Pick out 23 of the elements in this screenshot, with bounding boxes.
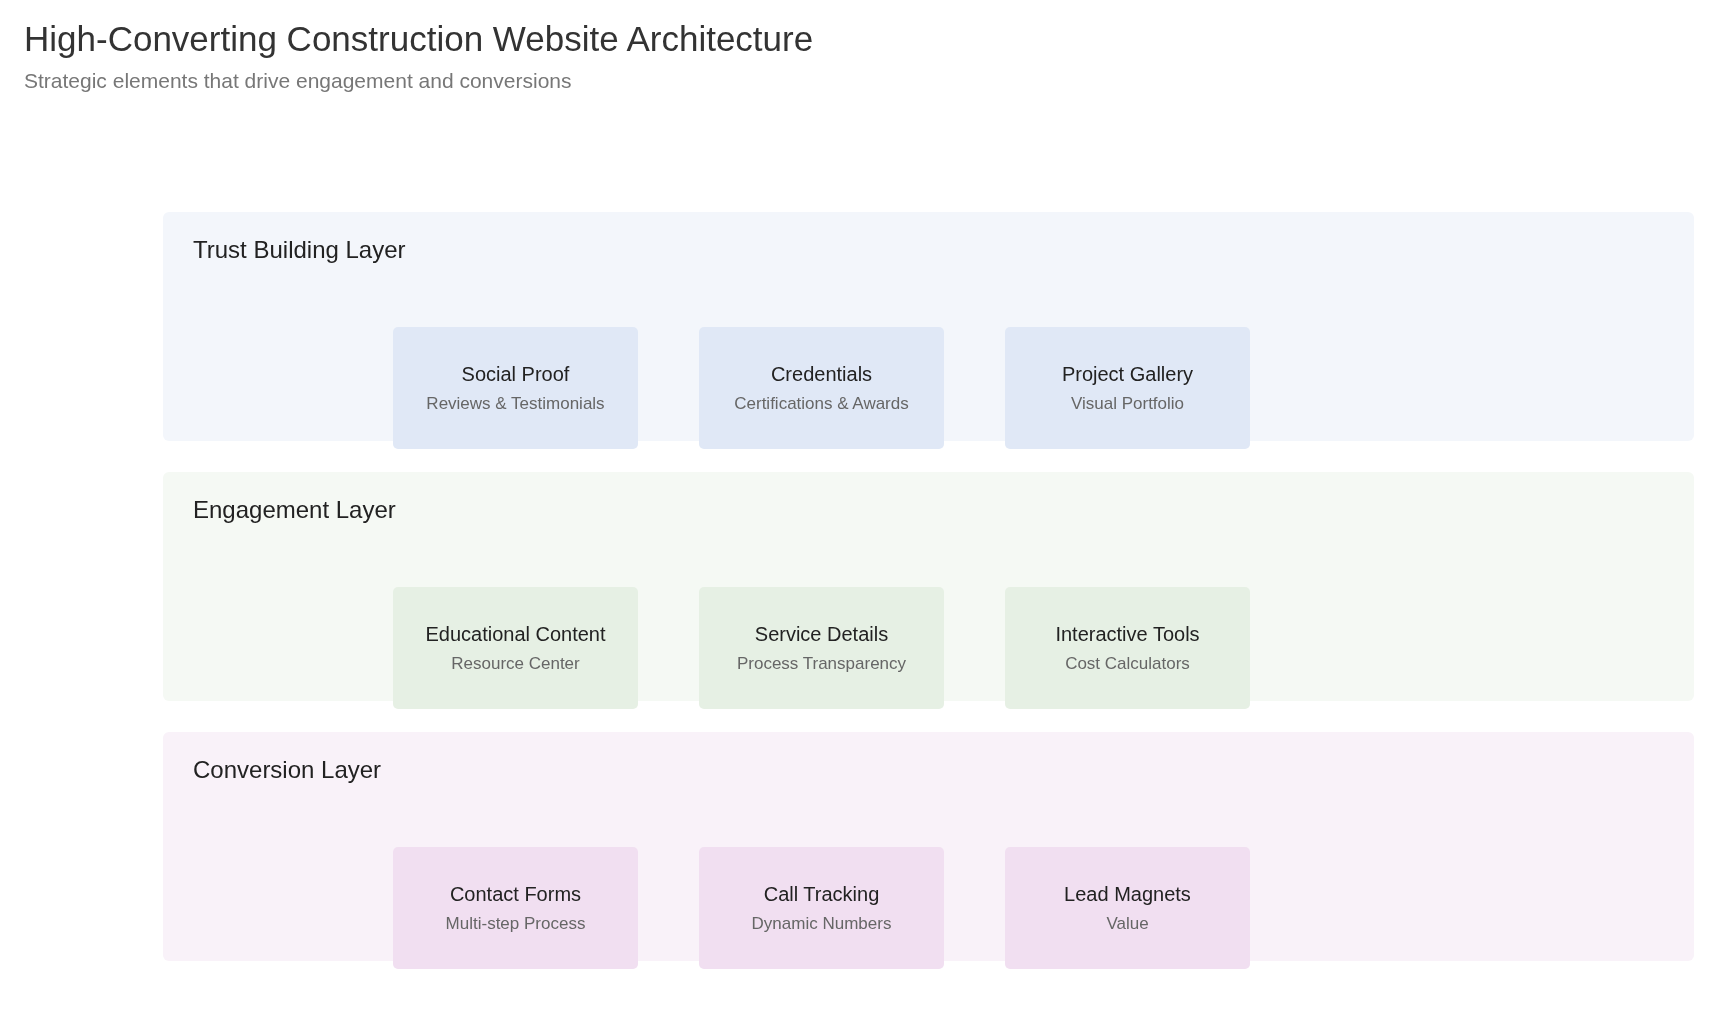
card-title: Call Tracking xyxy=(763,882,880,906)
card-subtitle: Reviews & Testimonials xyxy=(426,393,605,414)
card-title: Lead Magnets xyxy=(1064,882,1191,906)
card-subtitle: Resource Center xyxy=(451,653,580,674)
card-subtitle: Process Transparency xyxy=(736,653,907,674)
card-title: Credentials xyxy=(770,362,873,386)
card-title: Project Gallery xyxy=(1061,362,1194,386)
layer-title: Conversion Layer xyxy=(193,756,382,784)
card-subtitle: Dynamic Numbers xyxy=(751,913,892,934)
card-subtitle: Cost Calculators xyxy=(1065,653,1190,674)
page-subtitle: Strategic elements that drive engagement and conversions xyxy=(24,68,573,94)
card-subtitle: Value xyxy=(1106,913,1149,934)
card-subtitle: Certifications & Awards xyxy=(734,393,909,414)
card-title: Interactive Tools xyxy=(1055,622,1200,646)
card-title: Social Proof xyxy=(461,362,570,386)
card-title: Educational Content xyxy=(425,622,606,646)
card-title: Contact Forms xyxy=(449,882,582,906)
card-subtitle: Visual Portfolio xyxy=(1070,393,1185,414)
layer-title: Trust Building Layer xyxy=(193,236,406,264)
card-subtitle: Multi-step Process xyxy=(445,913,586,934)
card-title: Service Details xyxy=(754,622,889,646)
page-title: High-Converting Construction Website Architecture xyxy=(24,18,815,60)
layer-title: Engagement Layer xyxy=(193,496,396,524)
